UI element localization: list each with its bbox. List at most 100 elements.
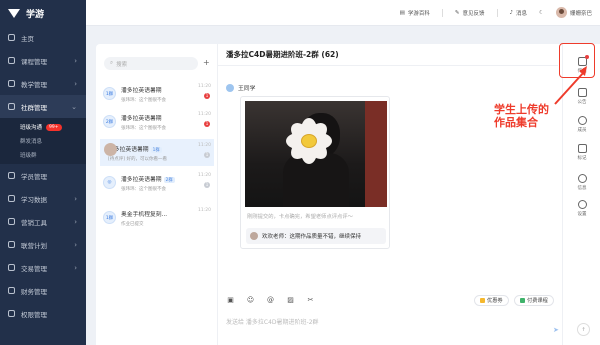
conversation-item[interactable]: 2群 潘多拉英语暑期 张玮玮：这个图很不会 11:20 1: [100, 108, 214, 135]
unread-badge: 1: [204, 93, 210, 99]
divider: [441, 8, 443, 17]
user-menu[interactable]: 姗姗奈巴: [555, 7, 592, 18]
sidebar-subitem[interactable]: 群发消息: [0, 134, 86, 148]
search-input[interactable]: ⌕ 搜索: [104, 57, 198, 70]
image-icon[interactable]: ▣: [226, 296, 235, 304]
sidebar-item[interactable]: 主页: [0, 26, 86, 49]
messages-link[interactable]: ♪ 消息: [510, 9, 528, 17]
tool-pin[interactable]: 标记: [563, 144, 600, 166]
chevron-icon: ›: [74, 217, 77, 226]
sidebar-item[interactable]: 联营计划 ›: [0, 233, 86, 256]
timestamp: 11:20: [198, 84, 211, 89]
sidebar-subitem[interactable]: 班级群: [0, 148, 86, 162]
timestamp: 11:20: [198, 208, 211, 213]
work-caption: 刚刚提交的，卡点确完，希望老师点评点评～: [247, 214, 353, 220]
last-message: 作业已提交: [121, 221, 144, 227]
composer-toolbar: ▣ ☺ @ ▨ ✂: [226, 296, 315, 304]
pin-icon: [577, 144, 587, 153]
chevron-icon: ›: [74, 194, 77, 203]
scissors-icon[interactable]: ✂: [306, 296, 315, 304]
marketing-icon: [8, 218, 15, 225]
group-tag: 2群: [163, 176, 175, 183]
community-icon: [8, 103, 15, 110]
emoji-icon[interactable]: ☺: [246, 296, 255, 304]
chat-area: 潘多拉C4D暑期进阶班-2群 (62) 王同学 刚刚提交的，卡点确完，希望老师点…: [218, 44, 559, 345]
group-avatar: 1群: [103, 87, 116, 100]
sidebar-item[interactable]: 权限管理: [0, 302, 86, 325]
picture-icon[interactable]: ▨: [286, 296, 295, 304]
send-icon[interactable]: ➤: [553, 326, 559, 334]
sidebar-item[interactable]: 课程管理 ›: [0, 49, 86, 72]
coupon-button[interactable]: 优惠券: [474, 295, 509, 306]
flower-graphic: [279, 115, 339, 167]
finance-icon: [8, 287, 15, 294]
tool-info[interactable]: 信息: [563, 174, 600, 196]
bell-icon: ♪: [509, 9, 514, 16]
conversation-item[interactable]: 潘多拉英语暑期 1群 [待点评] 好的，可以你看一看 11:20 1: [100, 139, 214, 166]
unread-badge: 1: [204, 152, 210, 158]
avatar: [555, 7, 567, 18]
feedback-link[interactable]: ✎ 意见反馈: [455, 9, 485, 17]
book-icon: [8, 57, 15, 64]
annotation-highlight-box: [559, 43, 595, 78]
partner-icon: [8, 241, 15, 248]
message-input[interactable]: 发送给 潘多拉C4D暑期进阶班-2群: [226, 317, 319, 326]
expand-icon[interactable]: ↑: [577, 323, 590, 336]
sidebar-subitem[interactable]: 班级沟通 99+: [0, 120, 86, 134]
conversation-list: ⌕ 搜索 + 1群 潘多拉英语暑期 张玮玮：这个图很不会 11:20 1 2群 潘多拉英语暑…: [96, 44, 218, 345]
sidebar-item[interactable]: 学习数据 ›: [0, 187, 86, 210]
home-icon: [8, 34, 15, 41]
timestamp: 11:20: [198, 173, 211, 178]
last-message: 张玮玮：这个图很不会: [121, 97, 166, 103]
brand: 学游: [0, 0, 86, 26]
teacher-reply: 欢欢老师：这期作品质量不错，继续保持: [246, 228, 386, 244]
sidebar-item[interactable]: 营销工具 ›: [0, 210, 86, 233]
avatar: [250, 232, 258, 240]
teach-icon: [8, 80, 15, 87]
last-message: 张玮玮：这个图很不会: [121, 186, 166, 192]
group-tag: 1群: [150, 146, 162, 153]
members-icon: [577, 116, 587, 125]
moon-icon: ☾: [539, 9, 544, 16]
chevron-icon: ›: [74, 263, 77, 272]
divider: [496, 8, 498, 17]
sidebar-item[interactable]: 社群管理 ⌄: [0, 95, 86, 118]
paid-course-button[interactable]: 付费课程: [514, 295, 554, 306]
avatar: [104, 143, 117, 156]
data-icon: [8, 195, 15, 202]
brand-logo-icon: [8, 8, 21, 18]
avatar: [226, 83, 234, 92]
chevron-icon: ›: [74, 79, 77, 88]
info-icon: [577, 174, 587, 183]
tool-settings[interactable]: 设置: [563, 200, 600, 222]
work-image[interactable]: [245, 101, 387, 207]
sidebar-item[interactable]: 教学管理 ›: [0, 72, 86, 95]
chevron-icon: ⌄: [71, 102, 77, 111]
last-message: 张玮玮：这个图很不会: [121, 125, 166, 131]
timestamp: 11:20: [198, 143, 211, 148]
conversation-item[interactable]: 1群 奥金手机程复刻... 作业已提交 11:20: [100, 204, 214, 231]
add-button[interactable]: +: [203, 58, 210, 67]
sidebar-item[interactable]: 财务管理: [0, 279, 86, 302]
top-bar: ▤ 学游百科 ✎ 意见反馈 ♪ 消息 ☾ 姗姗奈巴: [86, 0, 600, 26]
unread-badge: 1: [204, 182, 210, 188]
group-avatar-icon: ◎: [103, 176, 116, 189]
chevron-icon: ›: [74, 56, 77, 65]
document-icon: ▤: [399, 9, 405, 16]
coupon-icon: [480, 298, 485, 303]
at-icon[interactable]: @: [266, 296, 275, 304]
conversation-item[interactable]: 1群 潘多拉英语暑期 张玮玮：这个图很不会 11:20 1: [100, 80, 214, 107]
user-icon: [8, 172, 15, 179]
conversation-item[interactable]: ◎ 潘多拉英语暑期 2群 张玮玮：这个图很不会 11:20 1: [100, 169, 214, 196]
unread-badge: 1: [204, 121, 210, 127]
work-card[interactable]: 刚刚提交的，卡点确完，希望老师点评点评～ 欢欢老师：这期作品质量不错，继续保持: [240, 96, 390, 249]
settings-icon: [577, 200, 587, 209]
main-panel: ⌕ 搜索 + 1群 潘多拉英语暑期 张玮玮：这个图很不会 11:20 1 2群 潘多拉英语暑…: [96, 44, 600, 345]
sidebar-item[interactable]: 学员管理: [0, 164, 86, 187]
sidebar-item[interactable]: 交易管理 ›: [0, 256, 86, 279]
notice-icon: [577, 88, 587, 97]
unread-badge: 99+: [46, 123, 62, 131]
wiki-link[interactable]: ▤ 学游百科: [400, 9, 430, 17]
theme-toggle[interactable]: ☾: [539, 10, 544, 16]
group-avatar: 2群: [103, 115, 116, 128]
